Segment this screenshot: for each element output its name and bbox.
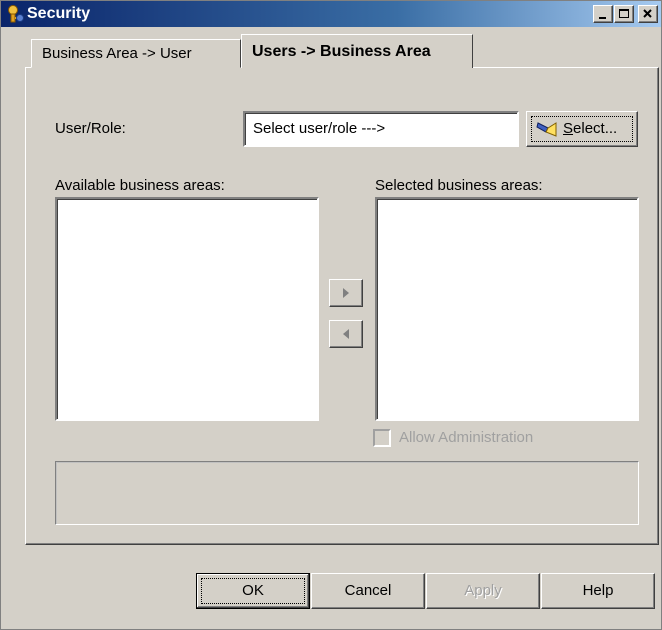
allow-administration-label: Allow Administration	[399, 429, 534, 446]
security-dialog: Security Business Area -> User Users -> …	[0, 0, 662, 630]
window-title: Security	[27, 5, 91, 22]
select-button[interactable]: Select...	[526, 111, 638, 147]
tab-users-business-area[interactable]: Users -> Business Area	[241, 34, 473, 68]
cancel-button[interactable]: Cancel	[311, 573, 425, 609]
user-role-field[interactable]: Select user/role --->	[243, 111, 519, 147]
move-right-button[interactable]	[329, 279, 363, 307]
move-left-button[interactable]	[329, 320, 363, 348]
security-key-icon	[5, 4, 25, 24]
selected-areas-label: Selected business areas:	[375, 177, 543, 194]
tab-business-area-user[interactable]: Business Area -> User	[31, 39, 241, 68]
arrow-right-icon	[343, 288, 349, 298]
user-role-label: User/Role:	[55, 120, 126, 137]
selected-areas-list[interactable]	[375, 197, 639, 421]
maximize-icon[interactable]	[614, 5, 634, 23]
help-button[interactable]: Help	[541, 573, 655, 609]
title-bar[interactable]: Security	[1, 1, 661, 27]
available-areas-list[interactable]	[55, 197, 319, 421]
description-box	[55, 461, 639, 525]
minimize-icon[interactable]	[593, 5, 613, 23]
available-areas-label: Available business areas:	[55, 177, 225, 194]
apply-button[interactable]: Apply	[426, 573, 540, 609]
allow-administration-checkbox[interactable]	[373, 429, 391, 447]
arrow-left-icon	[343, 329, 349, 339]
ok-button[interactable]: OK	[196, 573, 310, 609]
close-icon[interactable]	[638, 5, 658, 23]
